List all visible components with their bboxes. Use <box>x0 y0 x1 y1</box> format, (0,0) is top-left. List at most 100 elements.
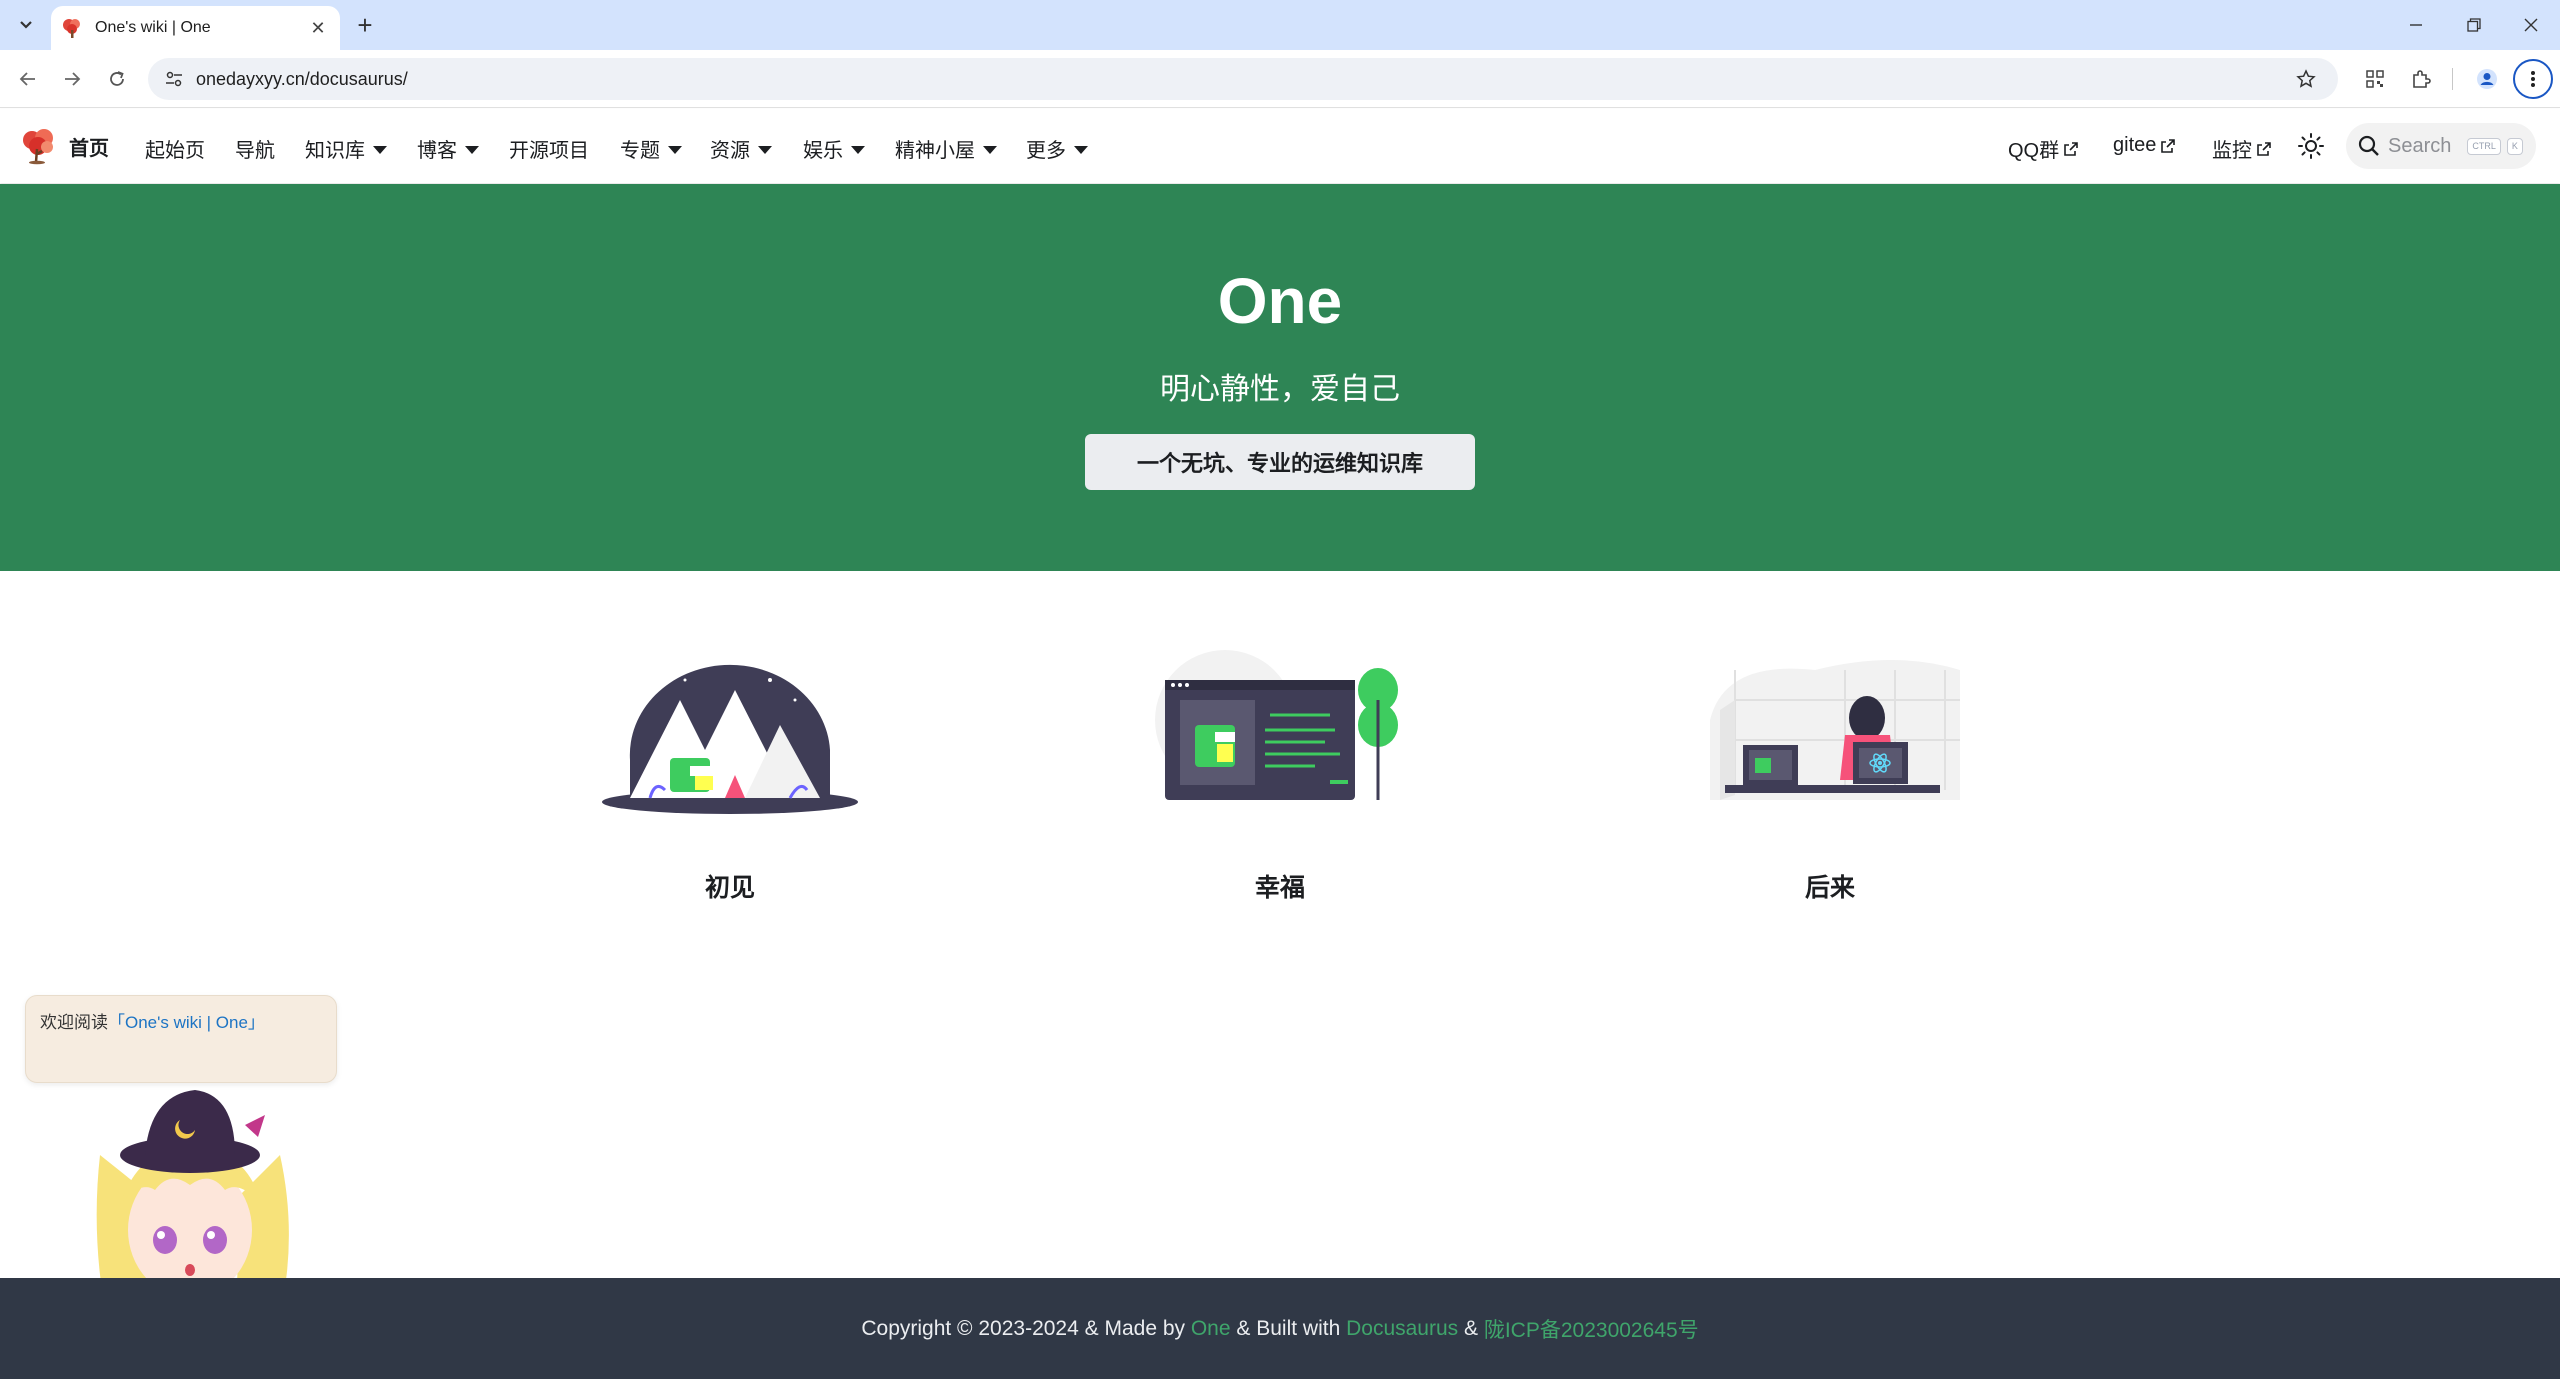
caret-down-icon <box>373 145 387 154</box>
caret-down-icon <box>465 145 479 154</box>
theme-toggle-button[interactable] <box>2294 129 2328 163</box>
nav-label: 开源项目 <box>509 140 589 162</box>
nav-link-monitor[interactable]: 监控 <box>2212 134 2271 163</box>
back-arrow-icon <box>19 72 35 86</box>
feature-title: 幸福 <box>1254 874 1305 902</box>
nav-item-spirit-house[interactable]: 精神小屋 <box>895 134 997 163</box>
hero-cta-button[interactable]: 一个无坑、专业的运维知识库 <box>1085 434 1475 490</box>
brand-title: 首页 <box>69 137 109 160</box>
brand-home-link[interactable]: 首页 <box>20 127 109 165</box>
hero-title: One <box>1217 265 1343 337</box>
feature-title: 初见 <box>704 874 755 902</box>
close-icon <box>2524 18 2538 32</box>
external-link-icon <box>2161 138 2176 153</box>
more-vert-icon <box>2531 71 2535 87</box>
reload-button[interactable] <box>100 62 134 96</box>
address-bar[interactable]: onedayxyy.cn/docusaurus/ <box>148 58 2338 100</box>
hero-tagline: 明心静性，爱自己 <box>1160 373 1400 406</box>
toolbar-divider <box>2452 68 2453 90</box>
footer-author-link[interactable]: One <box>1191 1317 1231 1341</box>
footer-docusaurus-link[interactable]: Docusaurus <box>1346 1317 1458 1341</box>
forward-arrow-icon <box>65 72 81 86</box>
external-link-icon <box>2064 141 2078 156</box>
feature-card: 后来 <box>1695 640 1965 904</box>
nav-label: 专题 <box>620 140 660 162</box>
close-window-button[interactable] <box>2502 0 2560 50</box>
minimize-button[interactable] <box>2387 0 2445 50</box>
site-favicon-icon <box>63 19 80 38</box>
nav-label: gitee <box>2113 134 2157 156</box>
site-info-icon[interactable] <box>154 58 194 100</box>
search-placeholder: Search <box>2388 134 2452 157</box>
restore-button[interactable] <box>2445 0 2503 50</box>
nav-item-topics[interactable]: 专题 <box>620 134 682 163</box>
profile-avatar-icon[interactable] <box>2470 62 2504 96</box>
site-footer: Copyright © 2023-2024 & Made by One & Bu… <box>0 1278 2560 1379</box>
bookmark-star-icon[interactable] <box>2286 58 2326 100</box>
nav-item-entertainment[interactable]: 娱乐 <box>803 134 865 163</box>
site-navbar: 首页 起始页 导航 知识库 博客 开源项目 专题 资源 娱乐 精神小屋 更多 Q… <box>0 109 2560 183</box>
nav-label: 导航 <box>235 140 275 162</box>
footer-copyright: Copyright © 2023-2024 & Made by <box>861 1316 1191 1340</box>
site-logo-icon <box>23 129 53 165</box>
nav-label: 更多 <box>1026 140 1066 162</box>
kbd-ctrl-key: CTRL <box>2467 137 2501 155</box>
url-text: onedayxyy.cn/docusaurus/ <box>196 68 408 89</box>
feature-title: 后来 <box>1804 874 1855 902</box>
nav-link-qq-group[interactable]: QQ群 <box>2008 134 2078 163</box>
search-icon <box>2358 135 2379 156</box>
nav-item-knowledge[interactable]: 知识库 <box>305 134 387 163</box>
new-tab-button[interactable]: + <box>350 10 380 40</box>
nav-label: 知识库 <box>305 140 365 162</box>
react-desk-illustration <box>1710 660 1960 800</box>
tab-title: One's wiki | One <box>95 19 211 36</box>
bubble-site-link[interactable]: 「One's wiki | One」 <box>108 1013 265 1032</box>
external-link-icon <box>2257 141 2271 156</box>
caret-down-icon <box>668 145 682 154</box>
nav-item-more[interactable]: 更多 <box>1026 134 1088 163</box>
browser-tab-active[interactable]: One's wiki | One ✕ <box>51 6 340 50</box>
hero-banner: One 明心静性，爱自己 一个无坑、专业的运维知识库 <box>0 184 2560 571</box>
nav-label: 监控 <box>2212 140 2252 162</box>
bubble-prefix: 欢迎阅读 <box>40 1013 108 1032</box>
minimize-icon <box>2410 24 2422 26</box>
back-button[interactable] <box>11 62 45 96</box>
nav-link-gitee[interactable]: gitee <box>2113 134 2176 157</box>
restore-icon <box>2467 18 2481 32</box>
search-button[interactable]: Search CTRL K <box>2346 123 2536 169</box>
sun-icon <box>2298 133 2324 159</box>
nav-item-opensource[interactable]: 开源项目 <box>509 134 589 163</box>
mascot-speech-bubble: 欢迎阅读「One's wiki | One」 <box>25 995 337 1083</box>
footer-icp-link[interactable]: 陇ICP备2023002645号 <box>1484 1314 1699 1344</box>
kbd-k-key: K <box>2506 137 2523 155</box>
browser-tab-strip: One's wiki | One ✕ + <box>0 0 2560 50</box>
nav-label: 精神小屋 <box>895 140 975 162</box>
caret-down-icon <box>983 145 997 154</box>
caret-down-icon <box>758 145 772 154</box>
footer-text: & <box>1458 1316 1484 1340</box>
nav-item-navigation[interactable]: 导航 <box>235 134 275 163</box>
nav-label: QQ群 <box>2008 140 2060 162</box>
docs-illustration <box>1155 650 1398 800</box>
qr-code-icon[interactable] <box>2358 62 2392 96</box>
nav-label: 娱乐 <box>803 140 843 162</box>
browser-toolbar: onedayxyy.cn/docusaurus/ <box>0 50 2560 108</box>
close-tab-icon[interactable]: ✕ <box>306 16 330 40</box>
nav-label: 起始页 <box>145 140 205 162</box>
tab-search-button[interactable] <box>11 10 41 40</box>
nav-label: 资源 <box>710 140 750 162</box>
browser-menu-button[interactable] <box>2513 59 2553 99</box>
feature-card: 初见 <box>595 640 865 904</box>
feature-card: 幸福 <box>1145 640 1415 904</box>
extensions-puzzle-icon[interactable] <box>2404 62 2438 96</box>
caret-down-icon <box>851 145 865 154</box>
nav-item-resources[interactable]: 资源 <box>710 134 772 163</box>
footer-text: & Built with <box>1230 1316 1347 1340</box>
mountain-illustration <box>602 664 858 814</box>
nav-label: 博客 <box>417 140 457 162</box>
nav-item-blog[interactable]: 博客 <box>417 134 479 163</box>
forward-button[interactable] <box>55 62 89 96</box>
chevron-down-icon <box>20 21 32 29</box>
caret-down-icon <box>1074 145 1088 154</box>
nav-item-start[interactable]: 起始页 <box>145 134 205 163</box>
